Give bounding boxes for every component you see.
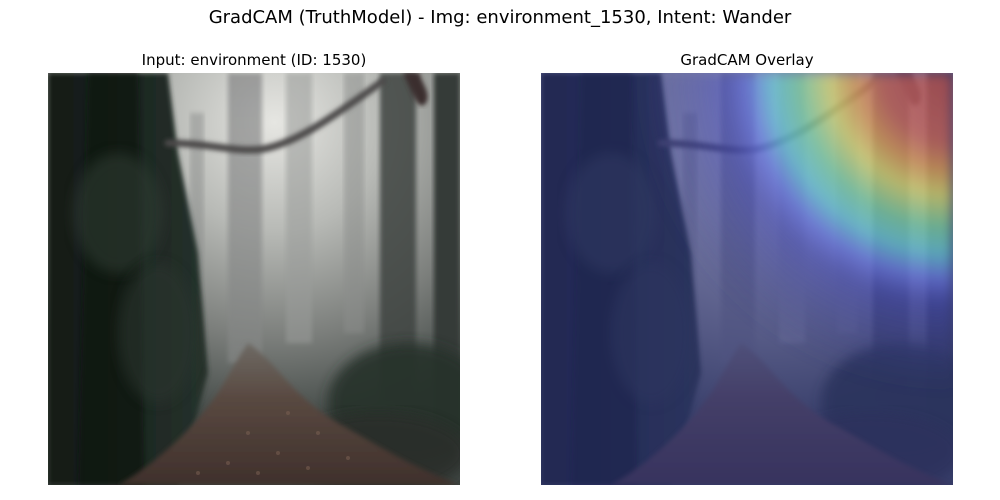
gradcam-overlay-image — [541, 73, 953, 485]
gradcam-overlay-photo — [541, 73, 953, 485]
overlay-panel-title: GradCAM Overlay — [680, 51, 814, 69]
input-image — [48, 73, 460, 485]
heatmap-hotspot — [541, 73, 953, 485]
input-panel-title: Input: environment (ID: 1530) — [141, 51, 367, 69]
forest-path-photo — [48, 73, 460, 485]
figure-title: GradCAM (TruthModel) - Img: environment_… — [208, 7, 792, 28]
